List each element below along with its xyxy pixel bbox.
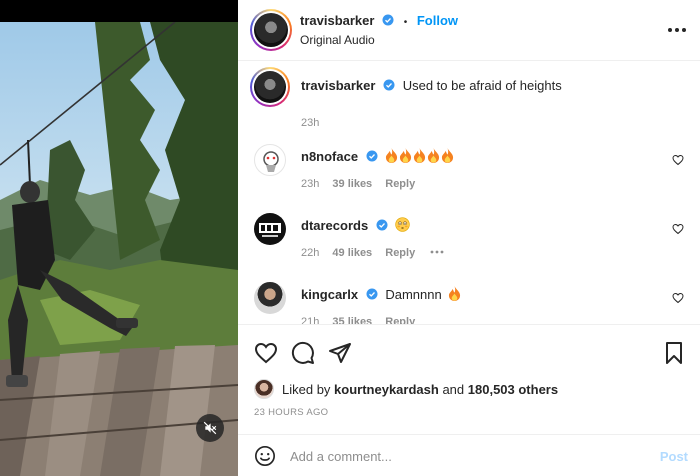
comments-list[interactable]: travisbarker Used to be afraid of height… — [238, 62, 700, 324]
dta-logo-icon — [259, 223, 281, 237]
liker-username[interactable]: kourtneykardash — [334, 382, 439, 397]
comment-username[interactable]: n8noface — [301, 149, 358, 164]
comment-username[interactable]: dtarecords — [301, 218, 368, 233]
heart-icon[interactable] — [672, 223, 684, 235]
separator-dot: • — [403, 17, 408, 28]
caption: travisbarker Used to be afraid of height… — [250, 67, 684, 131]
caption-author-avatar[interactable] — [250, 67, 290, 107]
more-options-icon[interactable] — [668, 22, 686, 38]
share-icon[interactable] — [328, 341, 352, 365]
comment-item: n8noface 23h 39 likes Reply — [254, 144, 684, 194]
comment-likes[interactable]: 35 likes — [332, 316, 372, 324]
verified-badge-icon — [383, 79, 395, 91]
post-timestamp[interactable]: 23 HOURS AGO — [254, 407, 328, 418]
reply-button[interactable]: Reply — [385, 247, 415, 259]
comment-item: kingcarlx Damnnnn 21h 35 likes Reply — [254, 282, 684, 324]
caption-time: 23h — [301, 117, 320, 129]
fire-emoji-icon — [442, 148, 454, 163]
verified-badge-icon — [366, 288, 378, 300]
fire-emoji-icon — [449, 286, 461, 301]
comment-time: 21h — [301, 316, 320, 324]
more-options-icon[interactable] — [430, 247, 444, 257]
comment-time: 23h — [301, 178, 320, 190]
fire-emoji-icon — [428, 148, 440, 163]
comment-input[interactable] — [290, 447, 630, 465]
post-comment-button[interactable]: Post — [660, 449, 688, 464]
heart-icon[interactable] — [254, 341, 278, 365]
commenter-avatar[interactable] — [254, 282, 286, 314]
speaker-muted-icon — [203, 421, 217, 435]
reply-button[interactable]: Reply — [385, 316, 415, 324]
post-actions: Liked by kourtneykardash and 180,503 oth… — [238, 324, 700, 434]
heart-icon[interactable] — [672, 154, 684, 166]
mute-button[interactable] — [196, 414, 224, 442]
fire-emoji-icon — [400, 148, 412, 163]
reply-button[interactable]: Reply — [385, 178, 415, 190]
post-video[interactable] — [0, 0, 238, 476]
bookmark-icon[interactable] — [662, 341, 686, 365]
verified-badge-icon — [382, 14, 394, 26]
commenter-avatar[interactable] — [254, 213, 286, 245]
post-header: travisbarker • Follow Original Audio — [238, 0, 700, 61]
comment-text: Damnnnn — [385, 287, 442, 302]
audio-label[interactable]: Original Audio — [300, 33, 375, 47]
n8noface-avatar-icon — [263, 151, 279, 172]
verified-badge-icon — [366, 150, 378, 162]
liker-avatar[interactable] — [254, 379, 274, 399]
caption-text: Used to be afraid of heights — [402, 78, 562, 93]
likes-summary[interactable]: Liked by kourtneykardash and 180,503 oth… — [254, 377, 558, 401]
comment-icon[interactable] — [291, 341, 315, 365]
add-comment-bar: Post — [238, 434, 700, 476]
author-avatar[interactable] — [250, 9, 292, 51]
comment-username[interactable]: kingcarlx — [301, 287, 358, 302]
fire-emoji-icon — [414, 148, 426, 163]
heart-icon[interactable] — [672, 292, 684, 304]
commenter-avatar[interactable] — [254, 144, 286, 176]
video-frame — [0, 0, 238, 476]
comment-item: dtarecords 22h 49 likes Reply — [254, 213, 684, 263]
author-username[interactable]: travisbarker — [300, 13, 374, 28]
likes-prefix: Liked by — [282, 381, 331, 397]
emoji-picker-icon[interactable] — [254, 445, 276, 467]
fire-emoji-icon — [386, 148, 398, 163]
comment-time: 22h — [301, 247, 320, 259]
verified-badge-icon — [376, 219, 388, 231]
comment-likes[interactable]: 39 likes — [332, 178, 372, 190]
post-side-panel: travisbarker • Follow Original Audio tra… — [238, 0, 700, 476]
follow-button[interactable]: Follow — [417, 13, 458, 28]
comment-likes[interactable]: 49 likes — [332, 247, 372, 259]
comment-emoji-group — [385, 148, 455, 164]
likes-middle: and — [442, 381, 465, 397]
likes-count[interactable]: 180,503 others — [468, 382, 558, 397]
caption-username[interactable]: travisbarker — [301, 78, 375, 93]
flushed-face-emoji-icon — [395, 217, 411, 232]
